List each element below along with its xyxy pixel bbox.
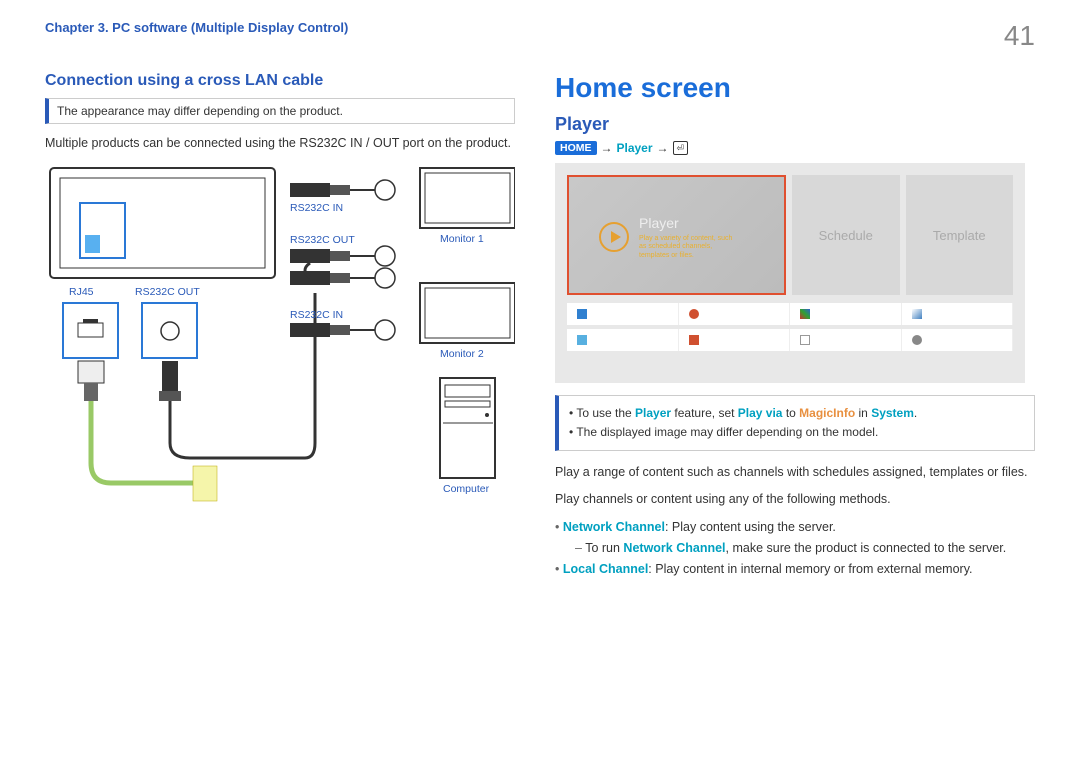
rs232c-out-label: RS232C OUT <box>135 286 200 298</box>
template-tile: Template <box>906 175 1014 295</box>
navigation-path: HOME → Player → ⏎ <box>555 141 1035 155</box>
arrow-icon: → <box>601 141 613 155</box>
home-screen-screenshot: Player Play a variety of content, such a… <box>555 163 1025 383</box>
network-channel-label: Network Channel <box>563 520 665 534</box>
monitor1-label: Monitor 1 <box>440 233 484 245</box>
player-tile-title: Player <box>639 215 679 231</box>
section-title-connection: Connection using a cross LAN cable <box>45 72 515 90</box>
rs232c-out-label-2: RS232C OUT <box>290 234 355 246</box>
path-player: Player <box>617 141 653 155</box>
player-note: • To use the Player feature, set Play vi… <box>555 395 1035 451</box>
home-screen-heading: Home screen <box>555 72 1035 104</box>
player-heading: Player <box>555 114 1035 135</box>
page-number: 41 <box>1004 20 1035 52</box>
rs232c-in-label-2: RS232C IN <box>290 309 343 321</box>
rj45-label: RJ45 <box>69 286 94 298</box>
schedule-tile: Schedule <box>792 175 900 295</box>
connection-description: Multiple products can be connected using… <box>45 134 515 153</box>
computer-label: Computer <box>443 483 489 495</box>
network-channel-sub: To run Network Channel, make sure the pr… <box>555 538 1035 559</box>
player-description-2: Play channels or content using any of th… <box>555 490 1035 509</box>
player-tile-desc: Play a variety of content, such as sched… <box>639 235 739 260</box>
home-button-icon: HOME <box>555 141 597 155</box>
player-tile: Player Play a variety of content, such a… <box>567 175 786 295</box>
icon-row-2 <box>567 329 1013 351</box>
diagram-svg <box>45 163 515 563</box>
monitor2-label: Monitor 2 <box>440 348 484 360</box>
channel-bullets: Network Channel: Play content using the … <box>555 517 1035 581</box>
icon-row-1 <box>567 303 1013 325</box>
rs232c-in-label-1: RS232C IN <box>290 202 343 214</box>
player-description-1: Play a range of content such as channels… <box>555 463 1035 482</box>
chapter-title: Chapter 3. PC software (Multiple Display… <box>45 20 348 35</box>
connection-diagram: RJ45 RS232C OUT RS232C IN RS232C OUT RS2… <box>45 163 515 563</box>
play-icon <box>599 222 629 252</box>
local-channel-label: Local Channel <box>563 562 648 576</box>
arrow-icon: → <box>657 141 669 155</box>
appearance-note: The appearance may differ depending on t… <box>45 98 515 124</box>
enter-icon: ⏎ <box>673 141 689 155</box>
